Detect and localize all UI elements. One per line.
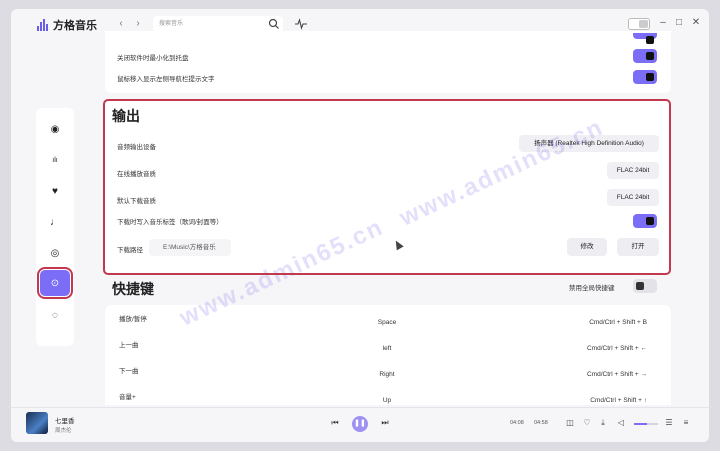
chart-icon: ılı [52,156,58,164]
minimize-to-tray-toggle[interactable] [633,49,657,63]
total-time: 04:58 [534,420,548,426]
search-icon[interactable] [268,18,280,30]
shortcut-key[interactable]: Up [337,397,437,404]
theme-toggle[interactable] [628,18,650,30]
disable-global-shortcuts-label: 禁用全局快捷键 [569,285,615,292]
pulse-icon[interactable] [295,18,307,30]
app-title: 方格音乐 [53,20,97,32]
minimize-button[interactable]: – [657,17,669,29]
sidebar-item-about[interactable]: ◌ [36,302,74,328]
shortcut-key[interactable]: Right [337,371,437,378]
download-icon[interactable]: ⤓ [598,418,608,428]
song-title[interactable]: 七里香 [55,415,75,425]
shortcut-name: 播放/暂停 [119,316,147,323]
shortcut-name: 音量+ [119,394,136,401]
lyrics-icon[interactable]: ◫ [565,418,575,427]
queue-icon[interactable]: ≡ [681,418,691,427]
shortcut-name: 上一曲 [119,342,139,349]
shortcut-key[interactable]: left [337,345,437,352]
volume-slider[interactable] [634,423,658,425]
shortcut-global-key[interactable]: Cmd/Ctrl + Shift + B [547,319,647,326]
hidden-toggle[interactable] [633,33,657,44]
playlist-icon[interactable]: ☰ [664,418,674,427]
shortcut-global-key[interactable]: Cmd/Ctrl + Shift + ← [547,345,647,352]
heart-icon: ♥ [52,185,58,197]
previous-button[interactable]: ⏮ [329,418,341,428]
general-settings-card [105,31,671,93]
shield-icon: ◌ [52,309,58,321]
maximize-button[interactable]: □ [673,17,685,29]
album-cover[interactable] [26,412,48,434]
pause-button[interactable]: ❚❚ [352,416,368,432]
note-icon: ♩ [50,216,60,228]
shortcuts-section-title: 快捷键 [112,281,154,297]
sidebar-item-explore[interactable]: ◎ [36,240,74,266]
sidebar-item-music[interactable]: ♩ [36,209,74,235]
shortcut-global-key[interactable]: Cmd/Ctrl + Shift + → [547,371,647,378]
sidebar-item-discover[interactable]: ◉ [36,116,74,142]
disable-global-shortcuts-toggle[interactable] [633,279,657,293]
sidebar-tips-label: 鼠标移入显示左侧导航栏提示文字 [117,76,215,83]
song-artist[interactable]: 周杰伦 [55,426,72,434]
shortcut-global-key[interactable]: Cmd/Ctrl + Shift + ↑ [547,397,647,404]
shortcut-name: 下一曲 [119,368,139,375]
shortcut-key[interactable]: Space [337,319,437,326]
sidebar-item-favorites[interactable]: ♥ [36,178,74,204]
sidebar-tips-toggle[interactable] [633,70,657,84]
current-time: 04:08 [510,420,524,426]
compass-icon: ◎ [50,247,60,259]
disc-icon: ◉ [50,123,60,135]
sidebar-item-settings[interactable]: ⊙ [36,270,74,296]
volume-icon[interactable]: ◁ [616,418,626,427]
close-button[interactable]: ✕ [690,17,702,29]
settings-toggle-icon: ⊙ [50,277,60,289]
forward-button[interactable]: › [132,18,144,30]
next-button[interactable]: ⏭ [379,418,391,428]
app-logo: 方格音乐 [37,17,97,33]
output-highlight-frame [103,99,671,275]
minimize-to-tray-label: 关闭软件时最小化到托盘 [117,55,189,62]
player-bar: 七里香 周杰伦 ⏮ ❚❚ ⏭ 04:08 04:58 ◫ ♡ ⤓ ◁ ☰ ≡ [11,407,709,442]
sidebar: ◉ ılı ♥ ♩ ◎ ⊙ ◌ [36,108,74,346]
back-button[interactable]: ‹ [115,18,127,30]
sidebar-item-charts[interactable]: ılı [36,147,74,173]
favorite-icon[interactable]: ♡ [582,418,592,427]
logo-icon [37,19,49,31]
